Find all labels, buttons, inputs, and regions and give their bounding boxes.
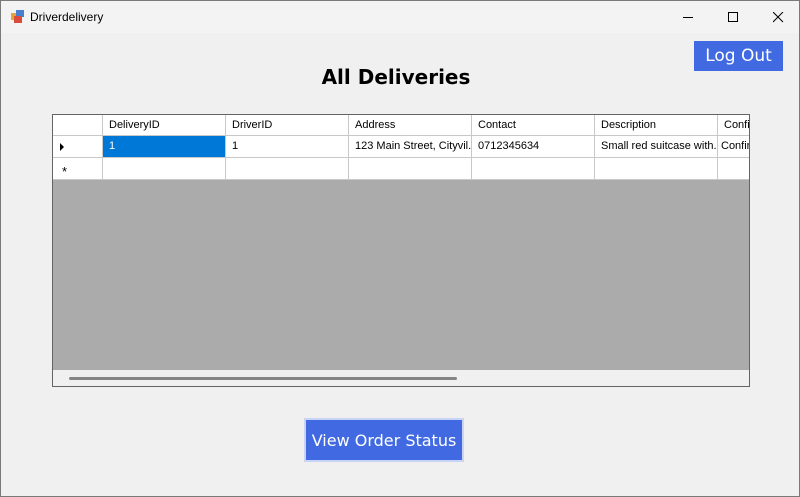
maximize-button[interactable] xyxy=(710,1,756,33)
minimize-icon xyxy=(682,16,693,18)
column-header-address[interactable]: Address xyxy=(349,115,472,136)
new-row-marker[interactable]: * xyxy=(53,158,103,180)
view-order-status-button[interactable]: View Order Status xyxy=(304,418,464,462)
scrollbar-thumb[interactable] xyxy=(69,377,457,380)
column-header-contact[interactable]: Contact xyxy=(472,115,595,136)
window-title: Driverdelivery xyxy=(30,10,104,24)
column-header-description[interactable]: Description xyxy=(595,115,718,136)
close-button[interactable] xyxy=(755,1,799,33)
cell-confirmation[interactable]: Confirm xyxy=(718,136,749,158)
maximize-icon xyxy=(727,11,738,22)
close-icon xyxy=(772,11,783,22)
grid-corner-header[interactable] xyxy=(53,115,103,136)
column-header-deliveryid[interactable]: DeliveryID xyxy=(103,115,226,136)
new-cell-description[interactable] xyxy=(595,158,718,180)
app-icon xyxy=(11,10,24,23)
cell-description[interactable]: Small red suitcase with... xyxy=(595,136,718,158)
new-cell-address[interactable] xyxy=(349,158,472,180)
cell-address[interactable]: 123 Main Street, Cityvil... xyxy=(349,136,472,158)
cell-deliveryid[interactable]: 1 xyxy=(103,136,226,158)
form-client-area: Log Out All Deliveries DeliveryID Driver… xyxy=(1,33,799,496)
new-cell-contact[interactable] xyxy=(472,158,595,180)
title-bar[interactable]: Driverdelivery xyxy=(1,1,799,33)
app-window: Driverdelivery Log Out All Deliveries De… xyxy=(0,0,800,497)
logout-button[interactable]: Log Out xyxy=(694,41,783,71)
current-row-arrow-icon xyxy=(60,143,64,151)
new-cell-confirmation[interactable] xyxy=(718,158,749,180)
cell-contact[interactable]: 0712345634 xyxy=(472,136,595,158)
new-cell-deliveryid[interactable] xyxy=(103,158,226,180)
deliveries-grid[interactable]: DeliveryID DriverID Address Contact Desc… xyxy=(52,114,750,387)
column-header-driverid[interactable]: DriverID xyxy=(226,115,349,136)
minimize-button[interactable] xyxy=(665,1,711,33)
row-header-current[interactable] xyxy=(53,136,103,158)
new-cell-driverid[interactable] xyxy=(226,158,349,180)
horizontal-scrollbar[interactable] xyxy=(53,370,749,386)
cell-driverid[interactable]: 1 xyxy=(226,136,349,158)
column-header-confirmation[interactable]: Confi xyxy=(718,115,749,136)
page-title: All Deliveries xyxy=(321,65,471,89)
